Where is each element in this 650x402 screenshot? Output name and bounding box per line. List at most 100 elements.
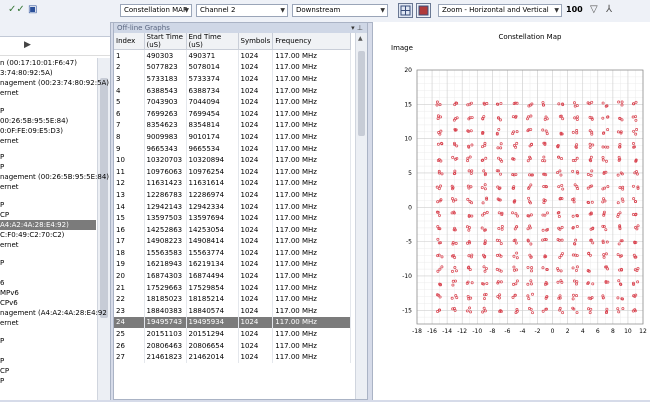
tree-item[interactable]: C:F0:49:C2:70:C2) — [0, 230, 64, 240]
chart-settings-icon[interactable]: ⅄ — [606, 3, 612, 17]
tree-item[interactable]: nagement (00:26:5B:95:5E:84) — [0, 172, 109, 182]
table-cell: 7 — [114, 119, 145, 132]
column-header[interactable]: Symbols — [238, 33, 274, 50]
scroll-up-icon[interactable]: ▲ — [358, 35, 363, 42]
tree-item[interactable]: ernet — [0, 88, 19, 98]
tree-item[interactable]: nagement (00:23:74:80:92:5A) — [0, 78, 109, 88]
column-header[interactable]: Frequency — [272, 33, 352, 50]
table-row[interactable]: 12 11631423 11631614 1024 117.00 MHz — [114, 177, 352, 190]
tree-item[interactable]: P — [0, 258, 4, 268]
table-scroll-thumb[interactable] — [358, 51, 365, 136]
tree-item[interactable]: P — [0, 376, 4, 386]
table-row[interactable]: 19 16218943 16219134 1024 117.00 MHz — [114, 258, 352, 271]
data-point — [589, 238, 593, 242]
column-header[interactable]: End Time (uS) — [186, 33, 239, 50]
tree-item[interactable]: CP — [0, 366, 9, 376]
data-point — [440, 265, 444, 269]
play-icon[interactable]: ▶ — [24, 40, 31, 50]
table-row[interactable]: 14 12942143 12942334 1024 117.00 MHz — [114, 200, 352, 213]
table-row[interactable]: 23 18840383 18840574 1024 117.00 MHz — [114, 305, 352, 317]
table-row[interactable]: 20 16874303 16874494 1024 117.00 MHz — [114, 270, 352, 282]
data-point — [576, 187, 580, 191]
table-row[interactable]: 15 13597503 13597694 1024 117.00 MHz — [114, 212, 352, 224]
table-row[interactable]: 5 7043903 7044094 1024 117.00 MHz — [114, 96, 352, 108]
table-row[interactable]: 27 21461823 21462014 1024 117.00 MHz — [114, 351, 352, 364]
table-row[interactable]: 21 17529663 17529854 1024 117.00 MHz — [114, 281, 352, 294]
data-point — [529, 201, 532, 205]
table-row[interactable]: 8 9009983 9010174 1024 117.00 MHz — [114, 131, 352, 143]
direction-select[interactable]: Downstream ▼ — [292, 4, 388, 17]
channel-select[interactable]: Channel 2 ▼ — [196, 4, 288, 17]
table-scrollbar[interactable]: ▲ — [355, 33, 367, 399]
data-point — [439, 198, 443, 202]
data-point — [591, 241, 595, 245]
data-point — [572, 200, 576, 204]
table-row[interactable]: 25 20151103 20151294 1024 117.00 MHz — [114, 328, 352, 340]
table-row[interactable]: 17 14908223 14908414 1024 117.00 MHz — [114, 235, 352, 248]
tree-item[interactable]: P — [0, 200, 4, 210]
table-row[interactable]: 13 12286783 12286974 1024 117.00 MHz — [114, 189, 352, 201]
column-header[interactable]: Index — [114, 33, 145, 50]
table-row[interactable]: 18 15563583 15563774 1024 117.00 MHz — [114, 247, 352, 259]
tree-item[interactable]: CPv6 — [0, 298, 18, 308]
data-point — [455, 269, 458, 273]
data-point — [587, 201, 591, 205]
single-view-button[interactable] — [416, 3, 431, 18]
table-cell: 6 — [114, 107, 145, 120]
tree-item[interactable]: 6 — [0, 278, 4, 288]
view-select[interactable]: Constellation MAP ▼ — [120, 4, 192, 17]
data-point — [560, 157, 564, 161]
table-row[interactable]: 6 7699263 7699454 1024 117.00 MHz — [114, 107, 352, 120]
tree-item[interactable]: ernet — [0, 318, 19, 328]
table-row[interactable]: 1 490303 490371 1024 117.00 MHz — [114, 49, 352, 62]
tree-item[interactable]: P — [0, 152, 4, 162]
column-header[interactable]: Start Time (uS) — [144, 33, 187, 50]
tree-item[interactable]: CP — [0, 210, 9, 220]
tree-item[interactable]: ernet — [0, 136, 19, 146]
tree-item[interactable]: P — [0, 106, 4, 116]
tree-item[interactable]: A4:A2:4A:28:E4:92) — [0, 220, 96, 230]
tree-item[interactable]: n (00:17:10:01:F6:47) — [0, 58, 77, 68]
zoom-select[interactable]: Zoom - Horizontal and Vertical ▼ — [438, 4, 562, 17]
tree-item[interactable]: 00:26:5B:95:5E:84) — [0, 116, 68, 126]
check-icon[interactable]: ✓✓ — [8, 3, 25, 17]
table-row[interactable]: 4 6388543 6388734 1024 117.00 MHz — [114, 84, 352, 97]
x-tick-label: 8 — [611, 328, 615, 335]
table-cell: 20806654 — [186, 339, 239, 352]
tree-item[interactable]: ernet — [0, 182, 19, 192]
table-row[interactable]: 3 5733183 5733374 1024 117.00 MHz — [114, 73, 352, 85]
tree-item[interactable]: nagement (A4:A2:4A:28:E4:92 — [0, 308, 107, 318]
zoom-level-icon[interactable]: 100 — [566, 3, 583, 17]
data-point — [466, 280, 470, 284]
data-point — [575, 131, 579, 135]
table-cell: 16 — [114, 223, 145, 236]
table-row[interactable]: 16 14252863 14253054 1024 117.00 MHz — [114, 223, 352, 236]
data-point — [544, 129, 548, 133]
tree-item[interactable]: ernet — [0, 240, 19, 250]
pin-icon[interactable]: ▾ ⊥ — [351, 23, 363, 33]
table-row[interactable]: 9 9665343 9665534 1024 117.00 MHz — [114, 142, 352, 155]
table-row[interactable]: 11 10976063 10976254 1024 117.00 MHz — [114, 165, 352, 178]
data-point — [621, 307, 625, 311]
table-row[interactable]: 2 5077823 5078014 1024 117.00 MHz — [114, 61, 352, 74]
tree-item[interactable]: 3:74:80:92:5A) — [0, 68, 53, 78]
x-tick-label: -18 — [412, 328, 422, 335]
tree-item[interactable]: P — [0, 356, 4, 366]
tree-item[interactable]: MPv6 — [0, 288, 19, 298]
table-row[interactable]: 24 19495743 19495934 1024 117.00 MHz — [114, 316, 352, 329]
data-point — [450, 184, 454, 188]
filter-icon[interactable]: ▽ — [590, 3, 598, 17]
tree-item[interactable]: P — [0, 336, 4, 346]
data-point — [541, 309, 545, 313]
export-icon[interactable]: ▣ — [28, 3, 37, 17]
table-row[interactable]: 22 18185023 18185214 1024 117.00 MHz — [114, 293, 352, 306]
table-row[interactable]: 26 20806463 20806654 1024 117.00 MHz — [114, 339, 352, 352]
data-point — [498, 239, 501, 243]
tree-item[interactable]: 0:0F:FE:09:E5:D3) — [0, 126, 63, 136]
table-cell: 117.00 MHz — [272, 270, 352, 282]
tree-item[interactable]: P — [0, 162, 4, 172]
data-point — [500, 227, 504, 231]
table-row[interactable]: 7 8354623 8354814 1024 117.00 MHz — [114, 119, 352, 132]
grid-view-button[interactable] — [398, 3, 413, 18]
table-row[interactable]: 10 10320703 10320894 1024 117.00 MHz — [114, 154, 352, 166]
